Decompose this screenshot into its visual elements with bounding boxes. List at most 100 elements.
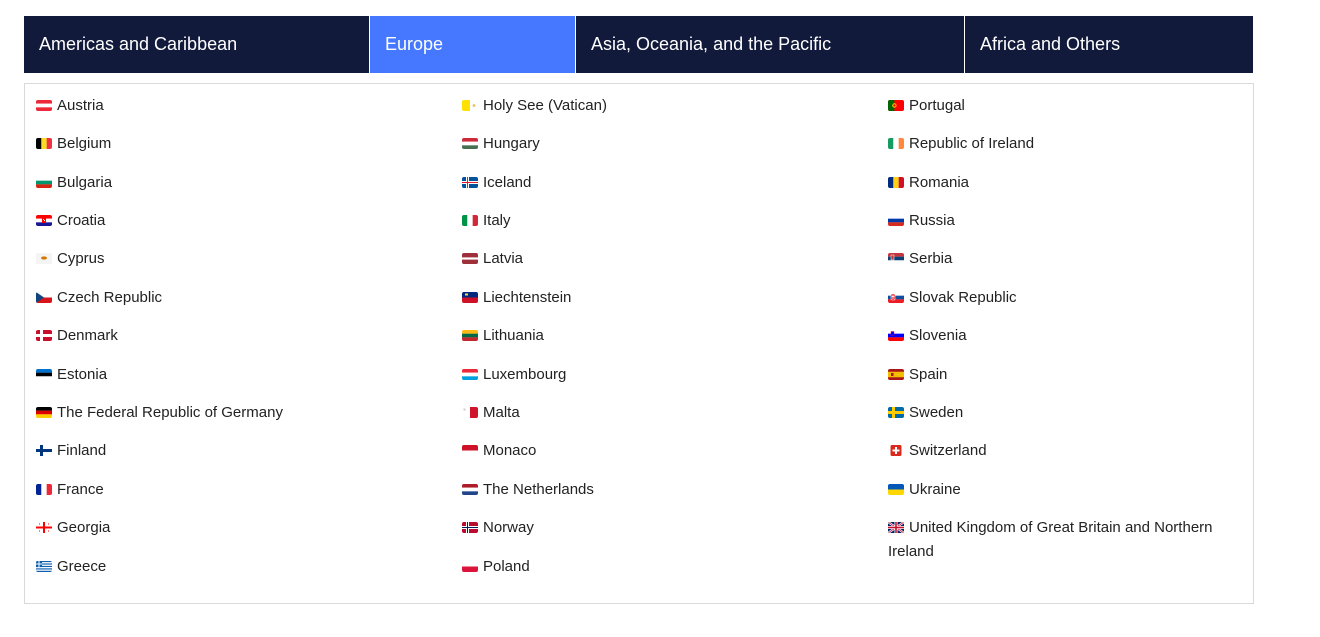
country-name: Czech Republic (57, 289, 163, 306)
country-name: Cyprus (57, 250, 105, 267)
country-name: Iceland (483, 174, 532, 191)
portugal-flag-icon (888, 100, 904, 111)
liechtenstein-flag-icon (462, 292, 478, 303)
country-name: Portugal (909, 97, 965, 114)
country-item-malta[interactable]: Malta (462, 401, 520, 425)
denmark-flag-icon (36, 330, 52, 341)
country-item-liechtenstein[interactable]: Liechtenstein (462, 286, 571, 310)
luxembourg-flag-icon (462, 369, 478, 380)
country-name: The Federal Republic of Germany (57, 404, 283, 421)
country-name: Luxembourg (483, 366, 567, 383)
country-item-slovak-republic[interactable]: Slovak Republic (888, 286, 1238, 310)
country-name: Poland (483, 558, 530, 575)
greece-flag-icon (36, 561, 52, 572)
country-item-iceland[interactable]: Iceland (462, 171, 531, 195)
bulgaria-flag-icon (36, 177, 52, 188)
country-name: France (57, 481, 104, 498)
country-item-spain[interactable]: Spain (888, 363, 1238, 387)
malta-flag-icon (462, 407, 478, 418)
country-item-republic-of-ireland[interactable]: Republic of Ireland (888, 132, 1238, 156)
country-item-holy-see-vatican[interactable]: Holy See (Vatican) (462, 94, 607, 118)
country-name: Romania (909, 174, 970, 191)
country-item-serbia[interactable]: Serbia (888, 247, 1238, 271)
country-list-panel: Austria Belgium Bulgaria Croatia Cyprus Czech… (24, 83, 1254, 604)
country-name: Finland (57, 442, 107, 459)
country-item-norway[interactable]: Norway (462, 516, 534, 540)
country-item-luxembourg[interactable]: Luxembourg (462, 363, 566, 387)
tab-americas-and-caribbean[interactable]: Americas and Caribbean (24, 16, 370, 73)
country-name: Austria (57, 97, 104, 114)
country-name: Croatia (57, 212, 106, 229)
switzerland-flag-icon (888, 445, 904, 456)
country-item-united-kingdom-of-great-britain-and-northern-ireland[interactable]: United Kingdom of Great Britain and Nort… (888, 516, 1238, 564)
country-item-ukraine[interactable]: Ukraine (888, 478, 1238, 502)
latvia-flag-icon (462, 253, 478, 264)
country-item-hungary[interactable]: Hungary (462, 132, 540, 156)
country-name: Russia (909, 212, 955, 229)
country-name: Monaco (483, 442, 537, 459)
country-item-czech-republic[interactable]: Czech Republic (36, 286, 162, 310)
country-name: Bulgaria (57, 174, 113, 191)
country-item-sweden[interactable]: Sweden (888, 401, 1238, 425)
country-name: Malta (483, 404, 520, 421)
country-name: Hungary (483, 135, 540, 152)
spain-flag-icon (888, 369, 904, 380)
country-name: Lithuania (483, 327, 544, 344)
russia-flag-icon (888, 215, 904, 226)
country-item-georgia[interactable]: Georgia (36, 516, 110, 540)
country-name: Sweden (909, 404, 964, 421)
country-item-switzerland[interactable]: Switzerland (888, 439, 1238, 463)
country-item-lithuania[interactable]: Lithuania (462, 324, 544, 348)
country-item-belgium[interactable]: Belgium (36, 132, 111, 156)
iceland-flag-icon (462, 177, 478, 188)
norway-flag-icon (462, 522, 478, 533)
tab-africa-and-others[interactable]: Africa and Others (965, 16, 1253, 73)
country-item-bulgaria[interactable]: Bulgaria (36, 171, 112, 195)
germany-flag-icon (36, 407, 52, 418)
cyprus-flag-icon (36, 253, 52, 264)
country-item-latvia[interactable]: Latvia (462, 247, 523, 271)
country-item-romania[interactable]: Romania (888, 171, 1238, 195)
belgium-flag-icon (36, 138, 52, 149)
slovenia-flag-icon (888, 330, 904, 341)
estonia-flag-icon (36, 369, 52, 380)
country-item-russia[interactable]: Russia (888, 209, 1238, 233)
tab-asia-oceania-pacific[interactable]: Asia, Oceania, and the Pacific (576, 16, 965, 73)
country-item-slovenia[interactable]: Slovenia (888, 324, 1238, 348)
country-name: Ukraine (909, 481, 961, 498)
country-item-the-netherlands[interactable]: The Netherlands (462, 478, 594, 502)
monaco-flag-icon (462, 445, 478, 456)
country-item-cyprus[interactable]: Cyprus (36, 247, 105, 271)
country-item-the-federal-republic-of-germany[interactable]: The Federal Republic of Germany (36, 401, 283, 425)
country-item-croatia[interactable]: Croatia (36, 209, 105, 233)
italy-flag-icon (462, 215, 478, 226)
romania-flag-icon (888, 177, 904, 188)
country-item-estonia[interactable]: Estonia (36, 363, 107, 387)
country-name: Holy See (Vatican) (483, 97, 607, 114)
hungary-flag-icon (462, 138, 478, 149)
country-item-france[interactable]: France (36, 478, 104, 502)
country-name: Slovenia (909, 327, 967, 344)
ukraine-flag-icon (888, 484, 904, 495)
france-flag-icon (36, 484, 52, 495)
country-item-denmark[interactable]: Denmark (36, 324, 118, 348)
czech-flag-icon (36, 292, 52, 303)
serbia-flag-icon (888, 253, 904, 264)
country-name: Georgia (57, 519, 111, 536)
country-name: Liechtenstein (483, 289, 572, 306)
country-item-greece[interactable]: Greece (36, 555, 106, 579)
country-name: Belgium (57, 135, 112, 152)
vatican-flag-icon (462, 100, 478, 111)
country-item-poland[interactable]: Poland (462, 555, 530, 579)
country-name: Spain (909, 366, 948, 383)
tab-europe[interactable]: Europe (370, 16, 576, 73)
country-item-portugal[interactable]: Portugal (888, 94, 1238, 118)
country-name: Switzerland (909, 442, 987, 459)
country-item-monaco[interactable]: Monaco (462, 439, 536, 463)
country-item-austria[interactable]: Austria (36, 94, 104, 118)
poland-flag-icon (462, 561, 478, 572)
lithuania-flag-icon (462, 330, 478, 341)
sweden-flag-icon (888, 407, 904, 418)
country-item-italy[interactable]: Italy (462, 209, 511, 233)
country-item-finland[interactable]: Finland (36, 439, 106, 463)
